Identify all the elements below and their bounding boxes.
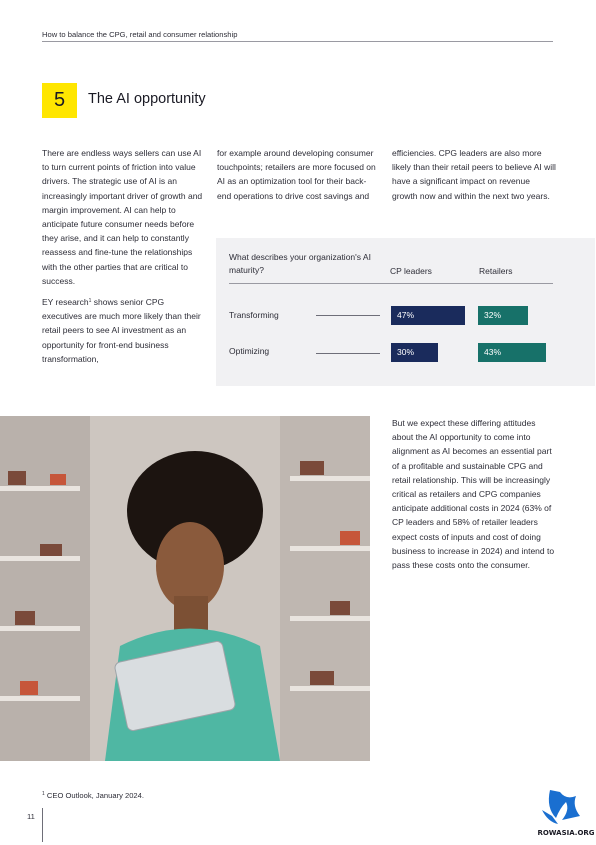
page-number-rule: [42, 808, 43, 842]
bar-cp-leaders-transforming: 47%: [391, 306, 465, 325]
section-number-badge: 5: [42, 83, 77, 118]
col-header-cp-leaders: CP leaders: [390, 266, 432, 276]
body-column-1: There are endless ways sellers can use A…: [42, 146, 204, 372]
photo-woman-with-tablet: [0, 416, 370, 761]
header-rule: [42, 41, 553, 42]
row-label-transforming: Transforming: [229, 310, 279, 320]
body-column-3: efficiencies. CPG leaders are also more …: [392, 148, 556, 201]
footnote: 1 CEO Outlook, January 2024.: [42, 791, 144, 800]
chart-question: What describes your organization's AI ma…: [229, 252, 371, 275]
section-title: The AI opportunity: [88, 91, 206, 107]
paragraph-intro: There are endless ways sellers can use A…: [42, 148, 203, 286]
col-header-retailers: Retailers: [479, 266, 513, 276]
chart-header-rule: [229, 283, 553, 284]
bar-retailers-optimizing: 43%: [478, 343, 546, 362]
watermark-logo: ROWASIA.ORG: [536, 780, 596, 840]
bar-retailers-transforming: 32%: [478, 306, 528, 325]
body-column-2: for example around developing consumer t…: [217, 148, 376, 201]
svg-text:ROWASIA.ORG: ROWASIA.ORG: [537, 829, 594, 837]
row-label-optimizing: Optimizing: [229, 346, 270, 356]
running-header: How to balance the CPG, retail and consu…: [42, 30, 238, 39]
row-leader-line: [316, 353, 380, 354]
bar-cp-leaders-optimizing: 30%: [391, 343, 438, 362]
page-number: 11: [27, 812, 35, 821]
body-column-4: But we expect these differing attitudes …: [392, 418, 555, 571]
row-leader-line: [316, 315, 380, 316]
paragraph-ey-research: EY research1 shows senior CPG executives…: [42, 297, 201, 364]
